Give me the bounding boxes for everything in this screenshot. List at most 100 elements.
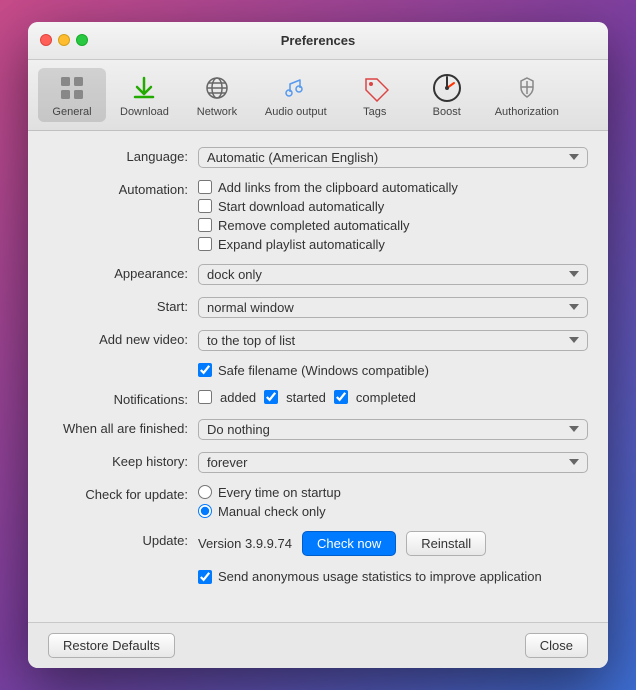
preferences-content: Language: Automatic (American English) A… [28,131,608,622]
footer: Restore Defaults Close [28,622,608,668]
remove-completed-label: Remove completed automatically [218,218,409,233]
preferences-window: Preferences General Download [28,22,608,668]
keep-history-label: Keep history: [48,452,198,469]
minimize-button[interactable] [58,34,70,46]
keep-history-select[interactable]: forever 1 day 1 week 1 month [198,452,588,473]
check-update-label: Check for update: [48,485,198,502]
notify-added-checkbox[interactable] [198,390,212,404]
automation-clipboard-row: Add links from the clipboard automatical… [198,180,588,195]
tab-general-label: General [52,106,91,118]
when-finished-label: When all are finished: [48,419,198,436]
language-row: Language: Automatic (American English) [48,147,588,168]
start-download-checkbox[interactable] [198,199,212,213]
notify-added-label: added [220,390,256,405]
titlebar: Preferences [28,22,608,60]
check-startup-label: Every time on startup [218,485,341,500]
notify-completed-label: completed [356,390,416,405]
update-row: Update: Version 3.9.9.74 Check now Reins… [48,531,588,556]
appearance-select[interactable]: dock only normal window menu bar only [198,264,588,285]
version-text: Version 3.9.9.74 [198,536,292,551]
general-icon [56,72,88,104]
automation-start-row: Start download automatically [198,199,588,214]
tab-download[interactable]: Download [110,68,179,122]
tab-tags[interactable]: Tags [341,68,409,122]
start-label: Start: [48,297,198,314]
anonymous-label: Send anonymous usage statistics to impro… [218,568,542,586]
tab-network-label: Network [197,106,237,118]
keep-history-control: forever 1 day 1 week 1 month [198,452,588,473]
restore-defaults-button[interactable]: Restore Defaults [48,633,175,658]
tags-icon [359,72,391,104]
when-finished-row: When all are finished: Do nothing Quit S… [48,419,588,440]
tab-audio[interactable]: Audio output [255,68,337,122]
automation-row: Automation: Add links from the clipboard… [48,180,588,252]
safe-filename-checkbox[interactable] [198,363,212,377]
when-finished-select[interactable]: Do nothing Quit Sleep Shutdown [198,419,588,440]
add-video-row: Add new video: to the top of list to the… [48,330,588,351]
when-finished-control: Do nothing Quit Sleep Shutdown [198,419,588,440]
close-button[interactable] [40,34,52,46]
version-row: Version 3.9.9.74 Check now Reinstall [198,531,588,556]
close-button[interactable]: Close [525,633,588,658]
clipboard-checkbox[interactable] [198,180,212,194]
notifications-row: Notifications: added started completed [48,390,588,407]
tab-download-label: Download [120,106,169,118]
auth-icon [511,72,543,104]
check-update-row: Check for update: Every time on startup … [48,485,588,519]
tab-audio-label: Audio output [265,106,327,118]
tab-network[interactable]: Network [183,68,251,122]
add-video-label: Add new video: [48,330,198,347]
anonymous-checkbox[interactable] [198,570,212,584]
start-control: normal window minimized hidden [198,297,588,318]
tab-boost[interactable]: Boost [413,68,481,122]
tab-general[interactable]: General [38,68,106,122]
boost-icon [431,72,463,104]
audio-icon [280,72,312,104]
safe-filename-label: Safe filename (Windows compatible) [218,363,429,378]
check-update-control: Every time on startup Manual check only [198,485,588,519]
clipboard-label: Add links from the clipboard automatical… [218,180,458,195]
check-now-button[interactable]: Check now [302,531,396,556]
tab-authorization[interactable]: Authorization [485,68,569,122]
start-select[interactable]: normal window minimized hidden [198,297,588,318]
automation-expand-row: Expand playlist automatically [198,237,588,252]
check-startup-radio[interactable] [198,485,212,499]
appearance-label: Appearance: [48,264,198,281]
language-control: Automatic (American English) [198,147,588,168]
check-manual-label: Manual check only [218,504,326,519]
automation-control: Add links from the clipboard automatical… [198,180,588,252]
automation-remove-row: Remove completed automatically [198,218,588,233]
tab-auth-label: Authorization [495,106,559,118]
maximize-button[interactable] [76,34,88,46]
download-icon [128,72,160,104]
start-download-label: Start download automatically [218,199,384,214]
automation-label: Automation: [48,180,198,197]
window-title: Preferences [281,33,355,48]
tab-boost-label: Boost [433,106,461,118]
expand-playlist-checkbox[interactable] [198,237,212,251]
reinstall-button[interactable]: Reinstall [406,531,486,556]
appearance-row: Appearance: dock only normal window menu… [48,264,588,285]
add-video-select[interactable]: to the top of list to the bottom of list [198,330,588,351]
anonymous-row: Send anonymous usage statistics to impro… [198,568,588,586]
add-video-control: to the top of list to the bottom of list [198,330,588,351]
expand-playlist-label: Expand playlist automatically [218,237,385,252]
safe-filename-row: Safe filename (Windows compatible) [198,363,588,378]
check-startup-row: Every time on startup [198,485,588,500]
update-label: Update: [48,531,198,548]
network-icon [201,72,233,104]
notify-started-checkbox[interactable] [264,390,278,404]
appearance-control: dock only normal window menu bar only [198,264,588,285]
remove-completed-checkbox[interactable] [198,218,212,232]
notify-completed-checkbox[interactable] [334,390,348,404]
tab-tags-label: Tags [363,106,386,118]
update-control: Version 3.9.9.74 Check now Reinstall [198,531,588,556]
toolbar: General Download Network [28,60,608,131]
language-label: Language: [48,147,198,164]
language-select[interactable]: Automatic (American English) [198,147,588,168]
notify-started-label: started [286,390,326,405]
keep-history-row: Keep history: forever 1 day 1 week 1 mon… [48,452,588,473]
check-manual-radio[interactable] [198,504,212,518]
traffic-lights [40,34,88,46]
start-row: Start: normal window minimized hidden [48,297,588,318]
